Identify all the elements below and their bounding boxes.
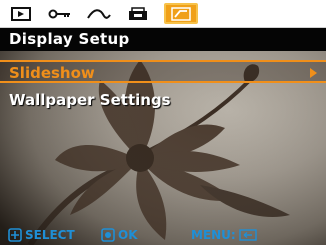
- ok-hint: OK: [101, 228, 138, 242]
- ok-hint-label: OK: [118, 228, 138, 242]
- menu-hint-label: MENU:: [191, 228, 236, 242]
- menu-item-wallpaper-settings[interactable]: Wallpaper Settings: [0, 89, 326, 112]
- tab-playback[interactable]: [3, 3, 39, 24]
- menu-item-label: Wallpaper Settings: [9, 91, 171, 109]
- tab-setup[interactable]: [164, 3, 198, 24]
- menu-item-label: Slideshow: [9, 64, 95, 82]
- playback-icon: [11, 6, 31, 21]
- key-icon: [48, 9, 70, 18]
- select-hint-label: SELECT: [25, 228, 75, 242]
- camera-menu-screen: Display Setup Slideshow Wallpaper Settin…: [0, 0, 326, 245]
- menu-item-slideshow[interactable]: Slideshow: [0, 60, 326, 83]
- menu-tab-bar: [0, 0, 326, 28]
- button-hint-bar: SELECT OK MENU:: [0, 224, 326, 245]
- dpad-icon: [8, 228, 22, 242]
- tab-key[interactable]: [42, 3, 78, 24]
- curve-icon: [87, 8, 111, 19]
- page-title: Display Setup: [0, 28, 326, 51]
- tab-print[interactable]: [120, 3, 156, 24]
- setup-icon: [171, 6, 191, 21]
- select-hint: SELECT: [8, 228, 75, 242]
- print-icon: [129, 6, 147, 20]
- return-icon: [239, 229, 257, 241]
- ok-button-icon: [101, 228, 115, 242]
- chevron-right-icon: [310, 68, 317, 78]
- menu-hint: MENU:: [191, 228, 260, 242]
- tab-curve[interactable]: [81, 3, 117, 24]
